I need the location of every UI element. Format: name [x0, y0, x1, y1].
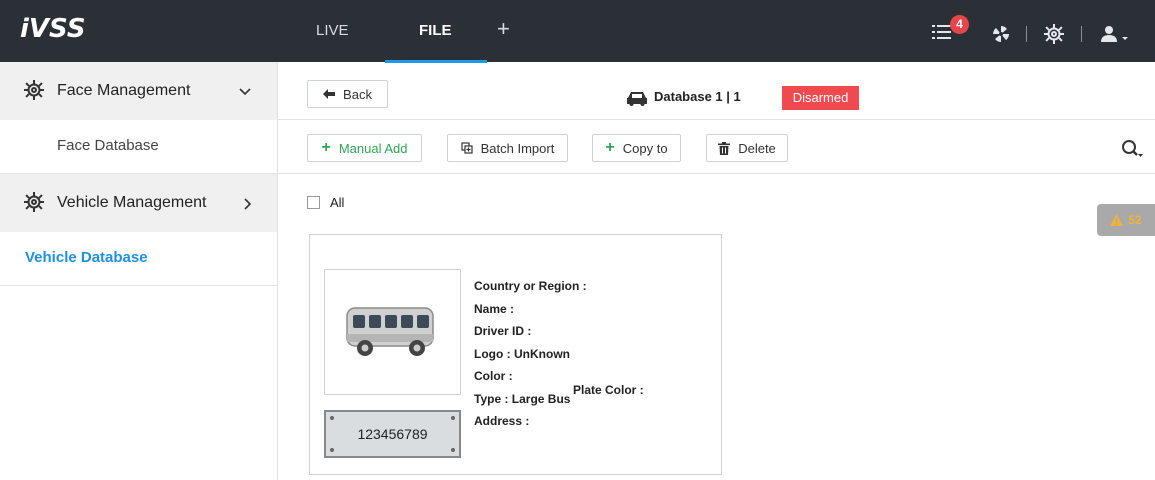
manual-add-label: Manual Add: [338, 140, 408, 156]
task-count-badge: 4: [950, 15, 969, 34]
name-label: Name :: [474, 301, 515, 316]
car-icon: [627, 92, 647, 106]
sidebar-group-vehicle-management[interactable]: Vehicle Management: [0, 174, 277, 232]
country-label: Country or Region :: [474, 279, 587, 293]
copy-to-button[interactable]: + Copy to: [592, 134, 681, 162]
add-tab-button[interactable]: +: [497, 16, 510, 42]
bus-icon: [346, 307, 434, 356]
type-value: Large Bus: [511, 391, 571, 406]
license-plate: 123456789: [324, 410, 461, 458]
database-header: Back Database 1 | 1 Disarmed: [278, 62, 1155, 120]
alert-badge[interactable]: 52: [1097, 204, 1155, 236]
chevron-down-icon[interactable]: [239, 86, 251, 98]
type-label: Type :: [474, 391, 509, 406]
alert-count: 52: [1128, 213, 1142, 227]
trash-icon: [718, 141, 731, 155]
plus-icon: +: [605, 139, 615, 156]
separator: [1026, 26, 1027, 42]
sidebar-item-vehicle-database[interactable]: Vehicle Database: [0, 232, 277, 286]
import-icon: [461, 142, 473, 154]
manual-add-button[interactable]: + Manual Add: [307, 134, 422, 162]
user-icon[interactable]: [1101, 25, 1131, 43]
gear-icon: [24, 192, 44, 212]
sidebar: Face Management Face Database Vehicle Ma…: [0, 62, 278, 480]
sidebar-item-face-database[interactable]: Face Database: [0, 120, 277, 174]
top-bar: iVSS LIVE FILE + 4: [0, 0, 1155, 63]
back-button[interactable]: Back: [307, 80, 388, 108]
gear-icon[interactable]: [1044, 24, 1064, 44]
driver-id-label: Driver ID :: [474, 324, 532, 338]
vehicle-card[interactable]: 123456789 Country or Region : Name : Dri…: [309, 234, 722, 475]
back-arrow-icon: [323, 89, 336, 99]
app-logo: iVSS: [20, 14, 86, 44]
tab-file[interactable]: FILE: [419, 22, 452, 39]
vehicle-info: Country or Region : Name : Driver ID : L…: [474, 275, 587, 433]
warning-icon: [1110, 214, 1124, 226]
separator: [1081, 26, 1082, 42]
toolbar: + Manual Add Batch Import + Copy to Dele…: [278, 120, 1155, 174]
plate-color-label: Plate Color :: [573, 383, 644, 397]
sidebar-group-label: Face Management: [57, 82, 191, 99]
status-badge: Disarmed: [782, 86, 859, 110]
sidebar-item-label: Vehicle Database: [25, 249, 148, 266]
delete-label: Delete: [738, 140, 776, 156]
batch-import-button[interactable]: Batch Import: [447, 134, 568, 162]
address-label: Address :: [474, 414, 530, 428]
main-content: Back Database 1 | 1 Disarmed + Manual Ad…: [278, 62, 1155, 480]
plus-icon: +: [321, 139, 331, 156]
search-icon[interactable]: [1121, 139, 1143, 159]
chevron-right-icon[interactable]: [242, 198, 254, 210]
fan-icon[interactable]: [992, 25, 1010, 43]
sidebar-item-label: Face Database: [57, 137, 159, 154]
sidebar-group-face-management[interactable]: Face Management: [0, 62, 277, 120]
select-all-label: All: [330, 195, 345, 210]
copy-to-label: Copy to: [622, 140, 668, 156]
batch-import-label: Batch Import: [480, 140, 555, 156]
color-label: Color :: [474, 369, 513, 383]
select-all-checkbox[interactable]: [307, 196, 320, 209]
vehicle-thumbnail: [324, 269, 461, 395]
logo-label: Logo :: [474, 346, 511, 361]
delete-button[interactable]: Delete: [706, 134, 788, 162]
select-all[interactable]: All: [307, 195, 344, 210]
logo-value: UnKnown: [514, 346, 570, 361]
tab-live[interactable]: LIVE: [316, 22, 349, 39]
sidebar-group-label: Vehicle Management: [57, 194, 207, 211]
back-label: Back: [343, 86, 372, 102]
gear-icon: [24, 80, 44, 100]
plate-number: 123456789: [357, 426, 428, 442]
database-title: Database 1 | 1: [654, 89, 741, 104]
